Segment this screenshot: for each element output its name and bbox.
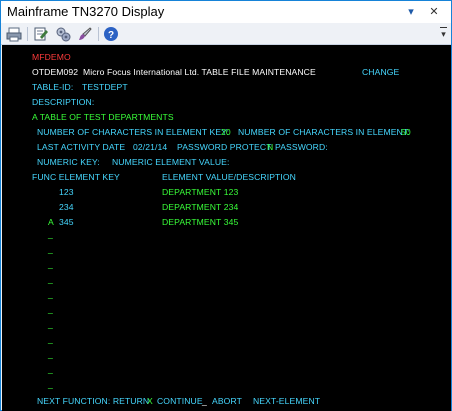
row-key[interactable]: 123: [59, 187, 74, 197]
empty-func-field[interactable]: _: [48, 244, 53, 254]
toolbar-overflow-icon[interactable]: ▾: [440, 27, 447, 39]
screen-title: Micro Focus International Ltd. TABLE FIL…: [83, 67, 316, 77]
numeric-element-label: NUMERIC ELEMENT VALUE:: [112, 157, 230, 167]
empty-func-field[interactable]: _: [48, 304, 53, 314]
empty-func-field[interactable]: _: [48, 289, 53, 299]
column-header-key: FUNC ELEMENT KEY: [32, 172, 120, 182]
settings-icon[interactable]: [55, 26, 71, 42]
program-name: MFDEMO: [32, 52, 71, 62]
row-value[interactable]: DEPARTMENT 123: [162, 187, 238, 197]
window-title: Mainframe TN3270 Display: [7, 4, 165, 19]
help-icon[interactable]: ?: [103, 26, 119, 42]
tn3270-window: Mainframe TN3270 Display ▾ ✕ ? ▾ MFDEMO …: [0, 0, 452, 411]
password-protect-label: PASSWORD PROTECT:: [177, 142, 274, 152]
empty-func-field[interactable]: _: [48, 259, 53, 269]
brush-icon[interactable]: [77, 26, 93, 42]
column-header-value: ELEMENT VALUE/DESCRIPTION: [162, 172, 296, 182]
password-protect-field[interactable]: N: [267, 142, 273, 152]
key-chars-field[interactable]: 20: [221, 127, 231, 137]
next-function-next-element: NEXT-ELEMENT: [253, 396, 321, 406]
numeric-key-label: NUMERIC KEY:: [37, 157, 100, 167]
next-function-label: NEXT FUNCTION: RETURN: [37, 396, 150, 406]
empty-func-field[interactable]: _: [48, 334, 53, 344]
empty-func-field[interactable]: _: [48, 379, 53, 389]
terminal-screen[interactable]: MFDEMO OTDEM092 Micro Focus Internationa…: [2, 45, 451, 411]
empty-func-field[interactable]: _: [48, 319, 53, 329]
title-bar: Mainframe TN3270 Display ▾ ✕: [1, 1, 451, 23]
svg-text:?: ?: [108, 30, 114, 41]
close-button[interactable]: ✕: [426, 4, 442, 20]
row-key[interactable]: 345: [59, 217, 74, 227]
key-chars-label: NUMBER OF CHARACTERS IN ELEMENT KEY:: [37, 127, 230, 137]
print-icon[interactable]: [6, 26, 22, 42]
password-label: PASSWORD:: [275, 142, 328, 152]
row-key[interactable]: 234: [59, 202, 74, 212]
last-activity-label: LAST ACTIVITY DATE: [37, 142, 126, 152]
description-field[interactable]: A TABLE OF TEST DEPARTMENTS: [32, 112, 174, 122]
empty-func-field[interactable]: _: [48, 229, 53, 239]
last-activity-date: 02/21/14: [133, 142, 168, 152]
next-function-input[interactable]: _: [202, 396, 207, 406]
toolbar-separator: [98, 27, 99, 41]
next-function-continue: CONTINUE: [157, 396, 203, 406]
next-function-abort: ABORT: [212, 396, 242, 406]
pin-menu-button[interactable]: ▾: [403, 4, 419, 20]
edit-icon[interactable]: [33, 26, 49, 42]
next-function-option-x: X: [147, 396, 153, 406]
empty-func-field[interactable]: _: [48, 274, 53, 284]
table-id-label: TABLE-ID:: [32, 82, 74, 92]
screen-id: OTDEM092: [32, 67, 79, 77]
toolbar-separator: [27, 27, 28, 41]
element-chars-label: NUMBER OF CHARACTERS IN ELEMENT:: [238, 127, 410, 137]
row-value[interactable]: DEPARTMENT 345: [162, 217, 238, 227]
empty-func-field[interactable]: _: [48, 349, 53, 359]
description-label: DESCRIPTION:: [32, 97, 95, 107]
table-id-field[interactable]: TESTDEPT: [82, 82, 128, 92]
toolbar: ? ▾: [1, 23, 451, 45]
mode-label: CHANGE: [362, 67, 400, 77]
empty-func-field[interactable]: _: [48, 364, 53, 374]
row-func-field[interactable]: A: [48, 217, 54, 227]
row-value[interactable]: DEPARTMENT 234: [162, 202, 238, 212]
element-chars-field[interactable]: 50: [401, 127, 411, 137]
